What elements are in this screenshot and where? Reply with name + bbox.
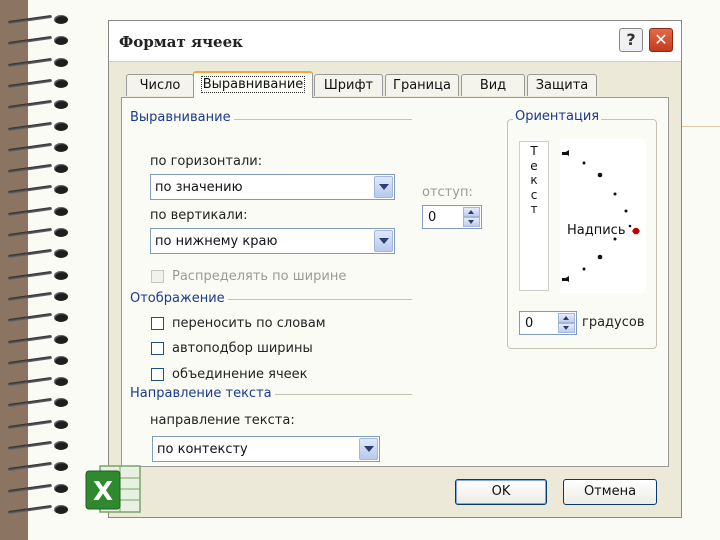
- dial-marker: [562, 278, 567, 281]
- binding-ring: [8, 163, 78, 175]
- binding-ring: [8, 57, 78, 69]
- binding-ring: [8, 291, 78, 303]
- text-direction-value: по контексту: [157, 442, 248, 457]
- binding-ring: [8, 440, 78, 452]
- binding-ring: [8, 312, 78, 324]
- title-bar[interactable]: Формат ячеек ? ✕: [109, 21, 681, 62]
- vertical-text: Т е к с т: [520, 142, 548, 217]
- vertical-value: по нижнему краю: [155, 234, 278, 249]
- vertical-text-letter: с: [530, 187, 538, 202]
- binding-ring: [8, 355, 78, 367]
- merge-cells-label: объединение ячеек: [172, 367, 308, 382]
- indent-value: 0: [428, 210, 437, 225]
- binding-ring: [8, 461, 78, 473]
- ok-button[interactable]: OK: [455, 479, 547, 505]
- binding-ring: [8, 397, 78, 409]
- spin-up-icon[interactable]: [463, 207, 480, 217]
- vertical-text-letter: Т: [530, 144, 538, 158]
- excel-icon-letter: X: [93, 477, 113, 507]
- horizontal-select[interactable]: по значению: [150, 174, 395, 200]
- cancel-button[interactable]: Отмена: [563, 479, 657, 505]
- format-cells-dialog: Формат ячеек ? ✕ Число Выравнивание Шриф…: [108, 20, 682, 518]
- binding-ring: [8, 121, 78, 133]
- binding-ring: [8, 206, 78, 218]
- shrink-to-fit-checkbox[interactable]: [151, 342, 164, 355]
- vertical-label: по вертикали:: [150, 208, 248, 223]
- dial-label: Надпись: [567, 223, 626, 238]
- chevron-down-icon[interactable]: [374, 230, 393, 252]
- dialog-title: Формат ячеек: [119, 33, 243, 51]
- orientation-dial-graphic: Надпись: [562, 150, 640, 282]
- horizontal-label: по горизонтали:: [150, 154, 263, 169]
- spin-down-icon[interactable]: [463, 217, 480, 227]
- distribute-label: Распределять по ширине: [172, 269, 347, 284]
- wrap-text-checkbox[interactable]: [151, 317, 164, 330]
- tab-view[interactable]: Вид: [461, 74, 525, 96]
- binding-ring: [8, 142, 78, 154]
- dial-tick: [624, 209, 628, 213]
- binding-ring: [8, 270, 78, 282]
- binding-ring: [8, 376, 78, 388]
- binding-ring: [8, 504, 78, 516]
- text-direction-label: направление текста:: [150, 413, 295, 428]
- degrees-spinner[interactable]: 0: [519, 311, 577, 335]
- vertical-select[interactable]: по нижнему краю: [150, 228, 395, 254]
- close-button[interactable]: ✕: [649, 28, 673, 52]
- degrees-label: градусов: [582, 315, 645, 330]
- excel-icon: X: [84, 462, 142, 516]
- dial-marker: [562, 152, 567, 155]
- spin-down-icon[interactable]: [558, 323, 575, 333]
- dial-tick: [597, 254, 603, 260]
- vertical-text-letter: т: [530, 202, 538, 216]
- binding-ring: [8, 227, 78, 239]
- dial-tick: [613, 192, 617, 196]
- vertical-text-letter: е: [530, 158, 538, 173]
- shrink-to-fit-label: автоподбор ширины: [172, 341, 313, 356]
- tab-protection[interactable]: Защита: [527, 74, 597, 96]
- orientation-group-title: Ориентация: [513, 109, 602, 124]
- binding-ring: [8, 419, 78, 431]
- dial-tick: [628, 224, 632, 228]
- alignment-group-title: Выравнивание: [130, 110, 234, 125]
- binding-ring: [8, 184, 78, 196]
- help-button[interactable]: ?: [619, 28, 643, 52]
- dial-tick: [597, 172, 603, 178]
- binding-ring: [8, 99, 78, 111]
- vertical-text-toggle[interactable]: Т е к с т: [519, 141, 549, 291]
- horizontal-value: по значению: [155, 180, 243, 195]
- tab-alignment[interactable]: Выравнивание: [193, 71, 313, 98]
- wrap-text-label: переносить по словам: [172, 316, 326, 331]
- binding-ring: [8, 483, 78, 495]
- direction-group-title: Направление текста: [130, 386, 275, 401]
- tab-alignment-label: Выравнивание: [200, 76, 306, 93]
- tab-border[interactable]: Граница: [385, 74, 459, 96]
- display-group-title: Отображение: [130, 291, 228, 306]
- spiral-binding: [8, 14, 78, 524]
- tab-number[interactable]: Число: [126, 74, 194, 96]
- distribute-checkbox[interactable]: [151, 270, 164, 283]
- dial-tick: [582, 161, 586, 165]
- chevron-down-icon[interactable]: [359, 438, 378, 460]
- binding-ring: [8, 35, 78, 47]
- spin-up-icon[interactable]: [558, 313, 575, 323]
- indent-spinner[interactable]: 0: [422, 205, 482, 229]
- degrees-value: 0: [525, 316, 534, 331]
- vertical-text-letter: к: [530, 173, 538, 187]
- binding-ring: [8, 334, 78, 346]
- binding-ring: [8, 248, 78, 260]
- tab-font[interactable]: Шрифт: [314, 74, 383, 96]
- indent-label: отступ:: [422, 185, 473, 200]
- dial-tick: [582, 267, 586, 271]
- orientation-dial[interactable]: Надпись: [560, 139, 646, 293]
- binding-ring: [8, 78, 78, 90]
- chevron-down-icon[interactable]: [374, 176, 393, 198]
- merge-cells-checkbox[interactable]: [151, 368, 164, 381]
- text-direction-select[interactable]: по контексту: [152, 436, 380, 462]
- binding-ring: [8, 14, 78, 26]
